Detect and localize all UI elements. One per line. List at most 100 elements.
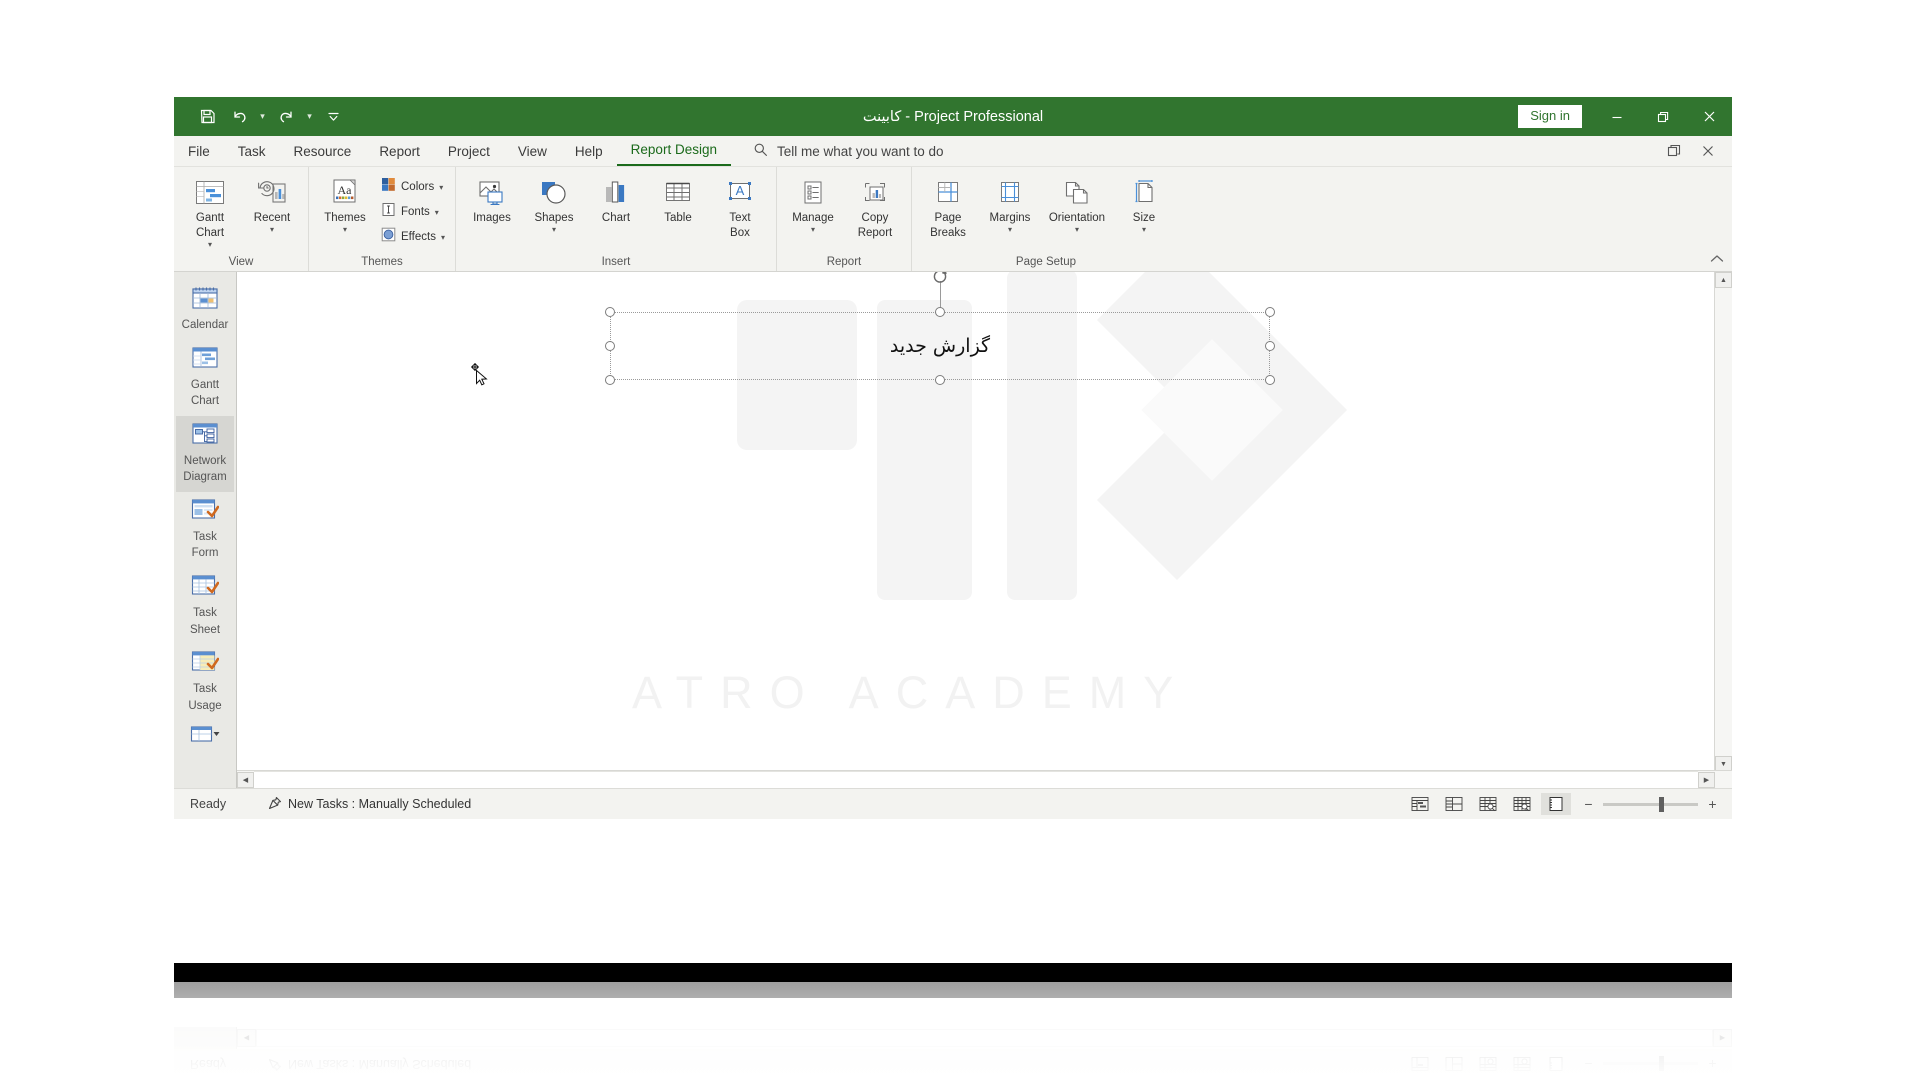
save-icon[interactable] bbox=[192, 104, 222, 130]
images-button[interactable]: Images bbox=[462, 173, 522, 228]
ribbon-group-page-setup-label: Page Setup bbox=[1015, 256, 1077, 268]
size-button[interactable]: Size ▾ bbox=[1114, 173, 1174, 237]
handle-top-right[interactable] bbox=[1265, 307, 1275, 317]
sidebar-item-network-diagram-label-1: Network bbox=[183, 454, 227, 467]
copy-report-button[interactable]: Copy Report bbox=[845, 173, 905, 243]
fonts-button[interactable]: Fonts ▾ bbox=[377, 200, 449, 224]
minimize-button[interactable] bbox=[1594, 97, 1640, 136]
sidebar-item-more-views[interactable] bbox=[176, 720, 234, 757]
scroll-right-button[interactable]: ▶ bbox=[1698, 771, 1715, 788]
shapes-chevron-down-icon[interactable]: ▾ bbox=[552, 225, 556, 234]
sidebar-item-task-usage[interactable]: Task Usage bbox=[176, 644, 234, 720]
report-title-textbox[interactable]: گزارش جدید bbox=[605, 272, 1275, 385]
recent-button-label: Recent bbox=[253, 212, 291, 224]
handle-middle-right[interactable] bbox=[1265, 341, 1275, 351]
tab-file[interactable]: File bbox=[174, 136, 224, 166]
tab-help[interactable]: Help bbox=[561, 136, 617, 166]
gantt-chart-button[interactable]: Gantt Chart ▾ bbox=[180, 173, 240, 252]
handle-bottom-right[interactable] bbox=[1265, 375, 1275, 385]
status-new-tasks[interactable]: New Tasks : Manually Scheduled bbox=[268, 796, 471, 813]
team-planner-view-button[interactable] bbox=[1473, 793, 1503, 815]
undo-chevron-down-icon[interactable]: ▾ bbox=[256, 112, 269, 121]
sidebar-item-calendar[interactable]: Calendar bbox=[176, 280, 234, 340]
page-breaks-button-label-1: Page bbox=[934, 212, 962, 224]
task-usage-view-button[interactable] bbox=[1439, 793, 1469, 815]
chart-button[interactable]: Chart bbox=[586, 173, 646, 228]
sidebar-item-gantt-chart[interactable]: Gantt Chart bbox=[176, 340, 234, 416]
tab-view[interactable]: View bbox=[504, 136, 561, 166]
report-canvas[interactable]: ATRO ACADEMY گزارش جدید bbox=[237, 272, 1732, 788]
resource-sheet-view-button[interactable] bbox=[1507, 793, 1537, 815]
customize-qat-icon[interactable] bbox=[318, 104, 348, 130]
zoom-slider-thumb[interactable] bbox=[1659, 796, 1664, 812]
table-button[interactable]: Table bbox=[648, 173, 708, 228]
themes-button[interactable]: Aa Themes ▾ bbox=[315, 173, 375, 237]
tab-project[interactable]: Project bbox=[434, 136, 504, 166]
gantt-chart-chevron-down-icon[interactable]: ▾ bbox=[208, 240, 212, 249]
effects-chevron-down-icon[interactable]: ▾ bbox=[441, 233, 445, 242]
fonts-chevron-down-icon[interactable]: ▾ bbox=[435, 208, 439, 217]
effects-button[interactable]: Effects ▾ bbox=[377, 225, 449, 249]
tab-task[interactable]: Task bbox=[224, 136, 280, 166]
horizontal-scrollbar[interactable]: ◀ ▶ bbox=[237, 770, 1732, 788]
redo-icon[interactable] bbox=[271, 104, 301, 130]
horizontal-scroll-track[interactable] bbox=[254, 770, 1698, 788]
themes-icon: Aa bbox=[329, 176, 361, 210]
manage-chevron-down-icon[interactable]: ▾ bbox=[811, 225, 815, 234]
handle-top-left[interactable] bbox=[605, 307, 615, 317]
close-button[interactable] bbox=[1686, 97, 1732, 136]
colors-chevron-down-icon[interactable]: ▾ bbox=[439, 183, 443, 192]
margins-icon bbox=[994, 176, 1026, 210]
zoom-in-button[interactable]: + bbox=[1707, 796, 1718, 812]
report-view-button[interactable] bbox=[1541, 793, 1571, 815]
tell-me-placeholder: Tell me what you want to do bbox=[776, 143, 944, 159]
themes-chevron-down-icon[interactable]: ▾ bbox=[343, 225, 347, 234]
status-new-tasks-label: New Tasks : Manually Scheduled bbox=[288, 797, 472, 811]
vertical-scrollbar[interactable]: ▲ ▼ bbox=[1714, 272, 1732, 772]
sidebar-item-task-form[interactable]: Task Form bbox=[176, 492, 234, 568]
tab-report[interactable]: Report bbox=[365, 136, 434, 166]
text-box-button[interactable]: A Text Box bbox=[710, 173, 770, 243]
handle-bottom-center[interactable] bbox=[935, 375, 945, 385]
undo-icon[interactable] bbox=[224, 104, 254, 130]
handle-bottom-left[interactable] bbox=[605, 375, 615, 385]
ribbon-display-options-button[interactable] bbox=[1660, 137, 1688, 165]
recent-chevron-down-icon[interactable]: ▾ bbox=[270, 225, 274, 234]
sign-in-button[interactable]: Sign in bbox=[1518, 105, 1582, 128]
sidebar-item-network-diagram[interactable]: Network Diagram bbox=[176, 415, 234, 492]
sidebar-item-task-sheet-label-2: Sheet bbox=[189, 623, 221, 636]
page-breaks-button[interactable]: Page Breaks bbox=[918, 173, 978, 243]
close-window-button[interactable] bbox=[1694, 137, 1722, 165]
tell-me-search[interactable]: Tell me what you want to do bbox=[731, 136, 944, 166]
gantt-chart-view-button[interactable] bbox=[1405, 793, 1435, 815]
tab-resource[interactable]: Resource bbox=[280, 136, 366, 166]
zoom-out-button[interactable]: − bbox=[1583, 796, 1594, 812]
margins-button[interactable]: Margins ▾ bbox=[980, 173, 1040, 237]
ribbon-group-view-body: Gantt Chart ▾ Recent ▾ bbox=[180, 171, 302, 256]
zoom-slider-track[interactable] bbox=[1603, 796, 1698, 812]
handle-middle-left[interactable] bbox=[605, 341, 615, 351]
text-box-button-label-1: Text bbox=[729, 212, 751, 224]
size-chevron-down-icon[interactable]: ▾ bbox=[1142, 225, 1146, 234]
scroll-left-button[interactable]: ◀ bbox=[237, 771, 254, 788]
restore-button[interactable] bbox=[1640, 97, 1686, 136]
scroll-up-button[interactable]: ▲ bbox=[1715, 272, 1732, 288]
view-bar: Calendar Gantt Chart Network Diagram Tas… bbox=[174, 272, 237, 788]
vertical-scroll-track[interactable] bbox=[1715, 288, 1732, 756]
margins-chevron-down-icon[interactable]: ▾ bbox=[1008, 225, 1012, 234]
orientation-chevron-down-icon[interactable]: ▾ bbox=[1075, 225, 1079, 234]
colors-button[interactable]: Colors ▾ bbox=[377, 175, 449, 199]
tab-report-design[interactable]: Report Design bbox=[616, 134, 731, 166]
collapse-ribbon-button[interactable] bbox=[1710, 254, 1724, 267]
rotate-handle-icon[interactable] bbox=[932, 272, 949, 285]
handle-top-center[interactable] bbox=[935, 307, 945, 317]
sidebar-item-task-sheet[interactable]: Task Sheet bbox=[176, 568, 234, 644]
recent-button[interactable]: Recent ▾ bbox=[242, 173, 302, 237]
gantt-chart-view-icon bbox=[191, 345, 219, 376]
manage-button[interactable]: Manage ▾ bbox=[783, 173, 843, 237]
ribbon-tab-strip: File Task Resource Report Project View H… bbox=[174, 136, 1732, 167]
shapes-button[interactable]: Shapes ▾ bbox=[524, 173, 584, 237]
orientation-button[interactable]: Orientation ▾ bbox=[1042, 173, 1112, 237]
redo-chevron-down-icon[interactable]: ▾ bbox=[303, 112, 316, 121]
sidebar-item-calendar-label: Calendar bbox=[181, 319, 229, 331]
